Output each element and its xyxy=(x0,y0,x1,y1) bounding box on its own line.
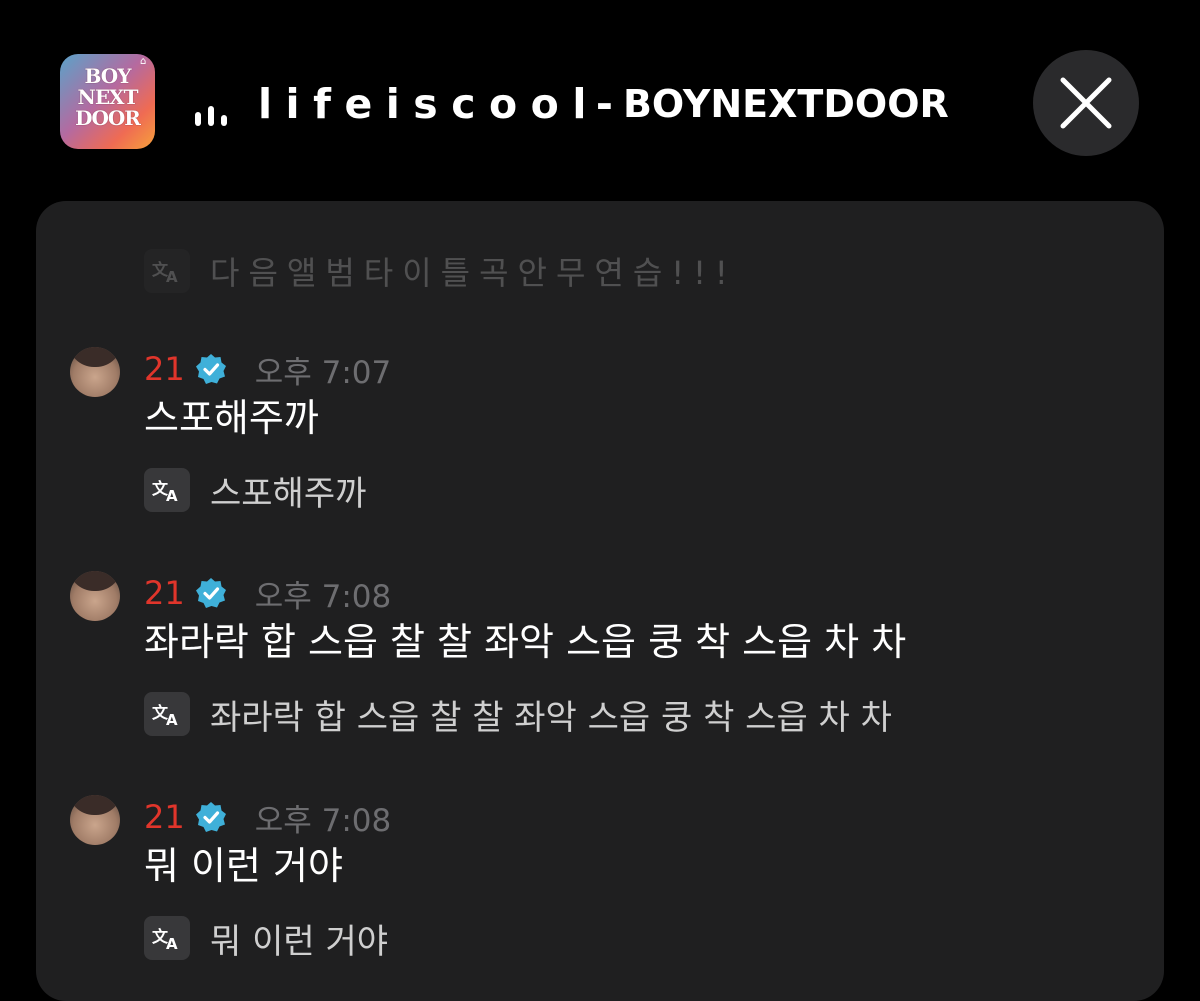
timestamp: 오후 7:08 xyxy=(254,578,392,615)
audio-bars-icon xyxy=(193,100,237,126)
message-meta: 21 오후 7:07 xyxy=(144,347,391,391)
avatar[interactable] xyxy=(70,795,120,845)
logo-line-3: DOOR xyxy=(75,106,141,130)
message-meta: 21 오후 7:08 xyxy=(144,795,391,839)
message-text: 스포해주까 xyxy=(144,396,319,440)
translation-text: 좌라락 합 스읍 찰 찰 좌악 스읍 쿵 착 스읍 차 차 xyxy=(210,697,892,738)
faded-translation-text: 다음앨범타이틀곡안무연습!!! xyxy=(210,254,737,292)
translation-row: 文 A 스포해주까 xyxy=(144,468,367,514)
chat-message: 21 오후 7:08 뭐 이런 거야 文 A 뭐 이런 거야 xyxy=(36,795,1164,995)
live-chat-panel[interactable]: 文 A 다음앨범타이틀곡안무연습!!! 21 오후 7:07 스포해주까 文 A xyxy=(36,201,1164,1001)
translation-row: 文 A 좌라락 합 스읍 찰 찰 좌악 스읍 쿵 착 스읍 차 차 xyxy=(144,692,892,738)
verified-badge-icon xyxy=(195,802,226,832)
timestamp: 오후 7:08 xyxy=(254,802,392,839)
message-text: 뭐 이런 거야 xyxy=(144,844,343,888)
translate-icon[interactable]: 文 A xyxy=(144,692,190,736)
message-text: 좌라락 합 스읍 찰 찰 좌악 스읍 쿵 착 스읍 차 차 xyxy=(144,620,907,664)
username[interactable]: 21 xyxy=(144,350,185,388)
message-meta: 21 오후 7:08 xyxy=(144,571,391,615)
svg-text:A: A xyxy=(166,935,178,951)
translation-row: 文 A 뭐 이런 거야 xyxy=(144,916,389,962)
svg-text:A: A xyxy=(166,711,178,727)
bar-1 xyxy=(195,112,201,126)
now-playing-title[interactable]: lifeiscool - BOYNEXTDOOR xyxy=(258,80,949,128)
chat-message: 21 오후 7:08 좌라락 합 스읍 찰 찰 좌악 스읍 쿵 착 스읍 차 차… xyxy=(36,571,1164,771)
app-logo: BOY NEXT DOOR xyxy=(60,66,155,129)
timestamp: 오후 7:07 xyxy=(254,354,392,391)
avatar[interactable] xyxy=(70,347,120,397)
bar-2 xyxy=(208,106,214,126)
svg-text:A: A xyxy=(166,268,178,284)
translation-text: 뭐 이런 거야 xyxy=(210,921,389,962)
translate-icon: 文 A xyxy=(144,249,190,293)
verified-badge-icon xyxy=(195,578,226,608)
chat-message: 21 오후 7:07 스포해주까 文 A 스포해주까 xyxy=(36,347,1164,547)
home-icon: ⌂ xyxy=(140,56,147,67)
translate-icon[interactable]: 文 A xyxy=(144,916,190,960)
logo-line-1: BOY xyxy=(84,64,132,88)
artist-name: BOYNEXTDOOR xyxy=(622,82,949,126)
translation-text: 스포해주까 xyxy=(210,473,367,514)
faded-translation-row: 文 A 다음앨범타이틀곡안무연습!!! xyxy=(144,249,737,293)
bar-3 xyxy=(221,115,227,126)
song-title: lifeiscool xyxy=(258,80,600,128)
avatar[interactable] xyxy=(70,571,120,621)
translate-icon[interactable]: 文 A xyxy=(144,468,190,512)
app-icon[interactable]: BOY NEXT DOOR ⌂ xyxy=(60,54,155,149)
username[interactable]: 21 xyxy=(144,574,185,612)
close-button[interactable] xyxy=(1033,50,1139,156)
username[interactable]: 21 xyxy=(144,798,185,836)
svg-text:A: A xyxy=(166,487,178,503)
close-icon xyxy=(1060,77,1112,129)
title-separator: - xyxy=(595,80,613,128)
header: BOY NEXT DOOR ⌂ lifeiscool - BOYNEXTDOOR xyxy=(0,0,1200,200)
logo-line-2: NEXT xyxy=(77,85,139,109)
verified-badge-icon xyxy=(195,354,226,384)
